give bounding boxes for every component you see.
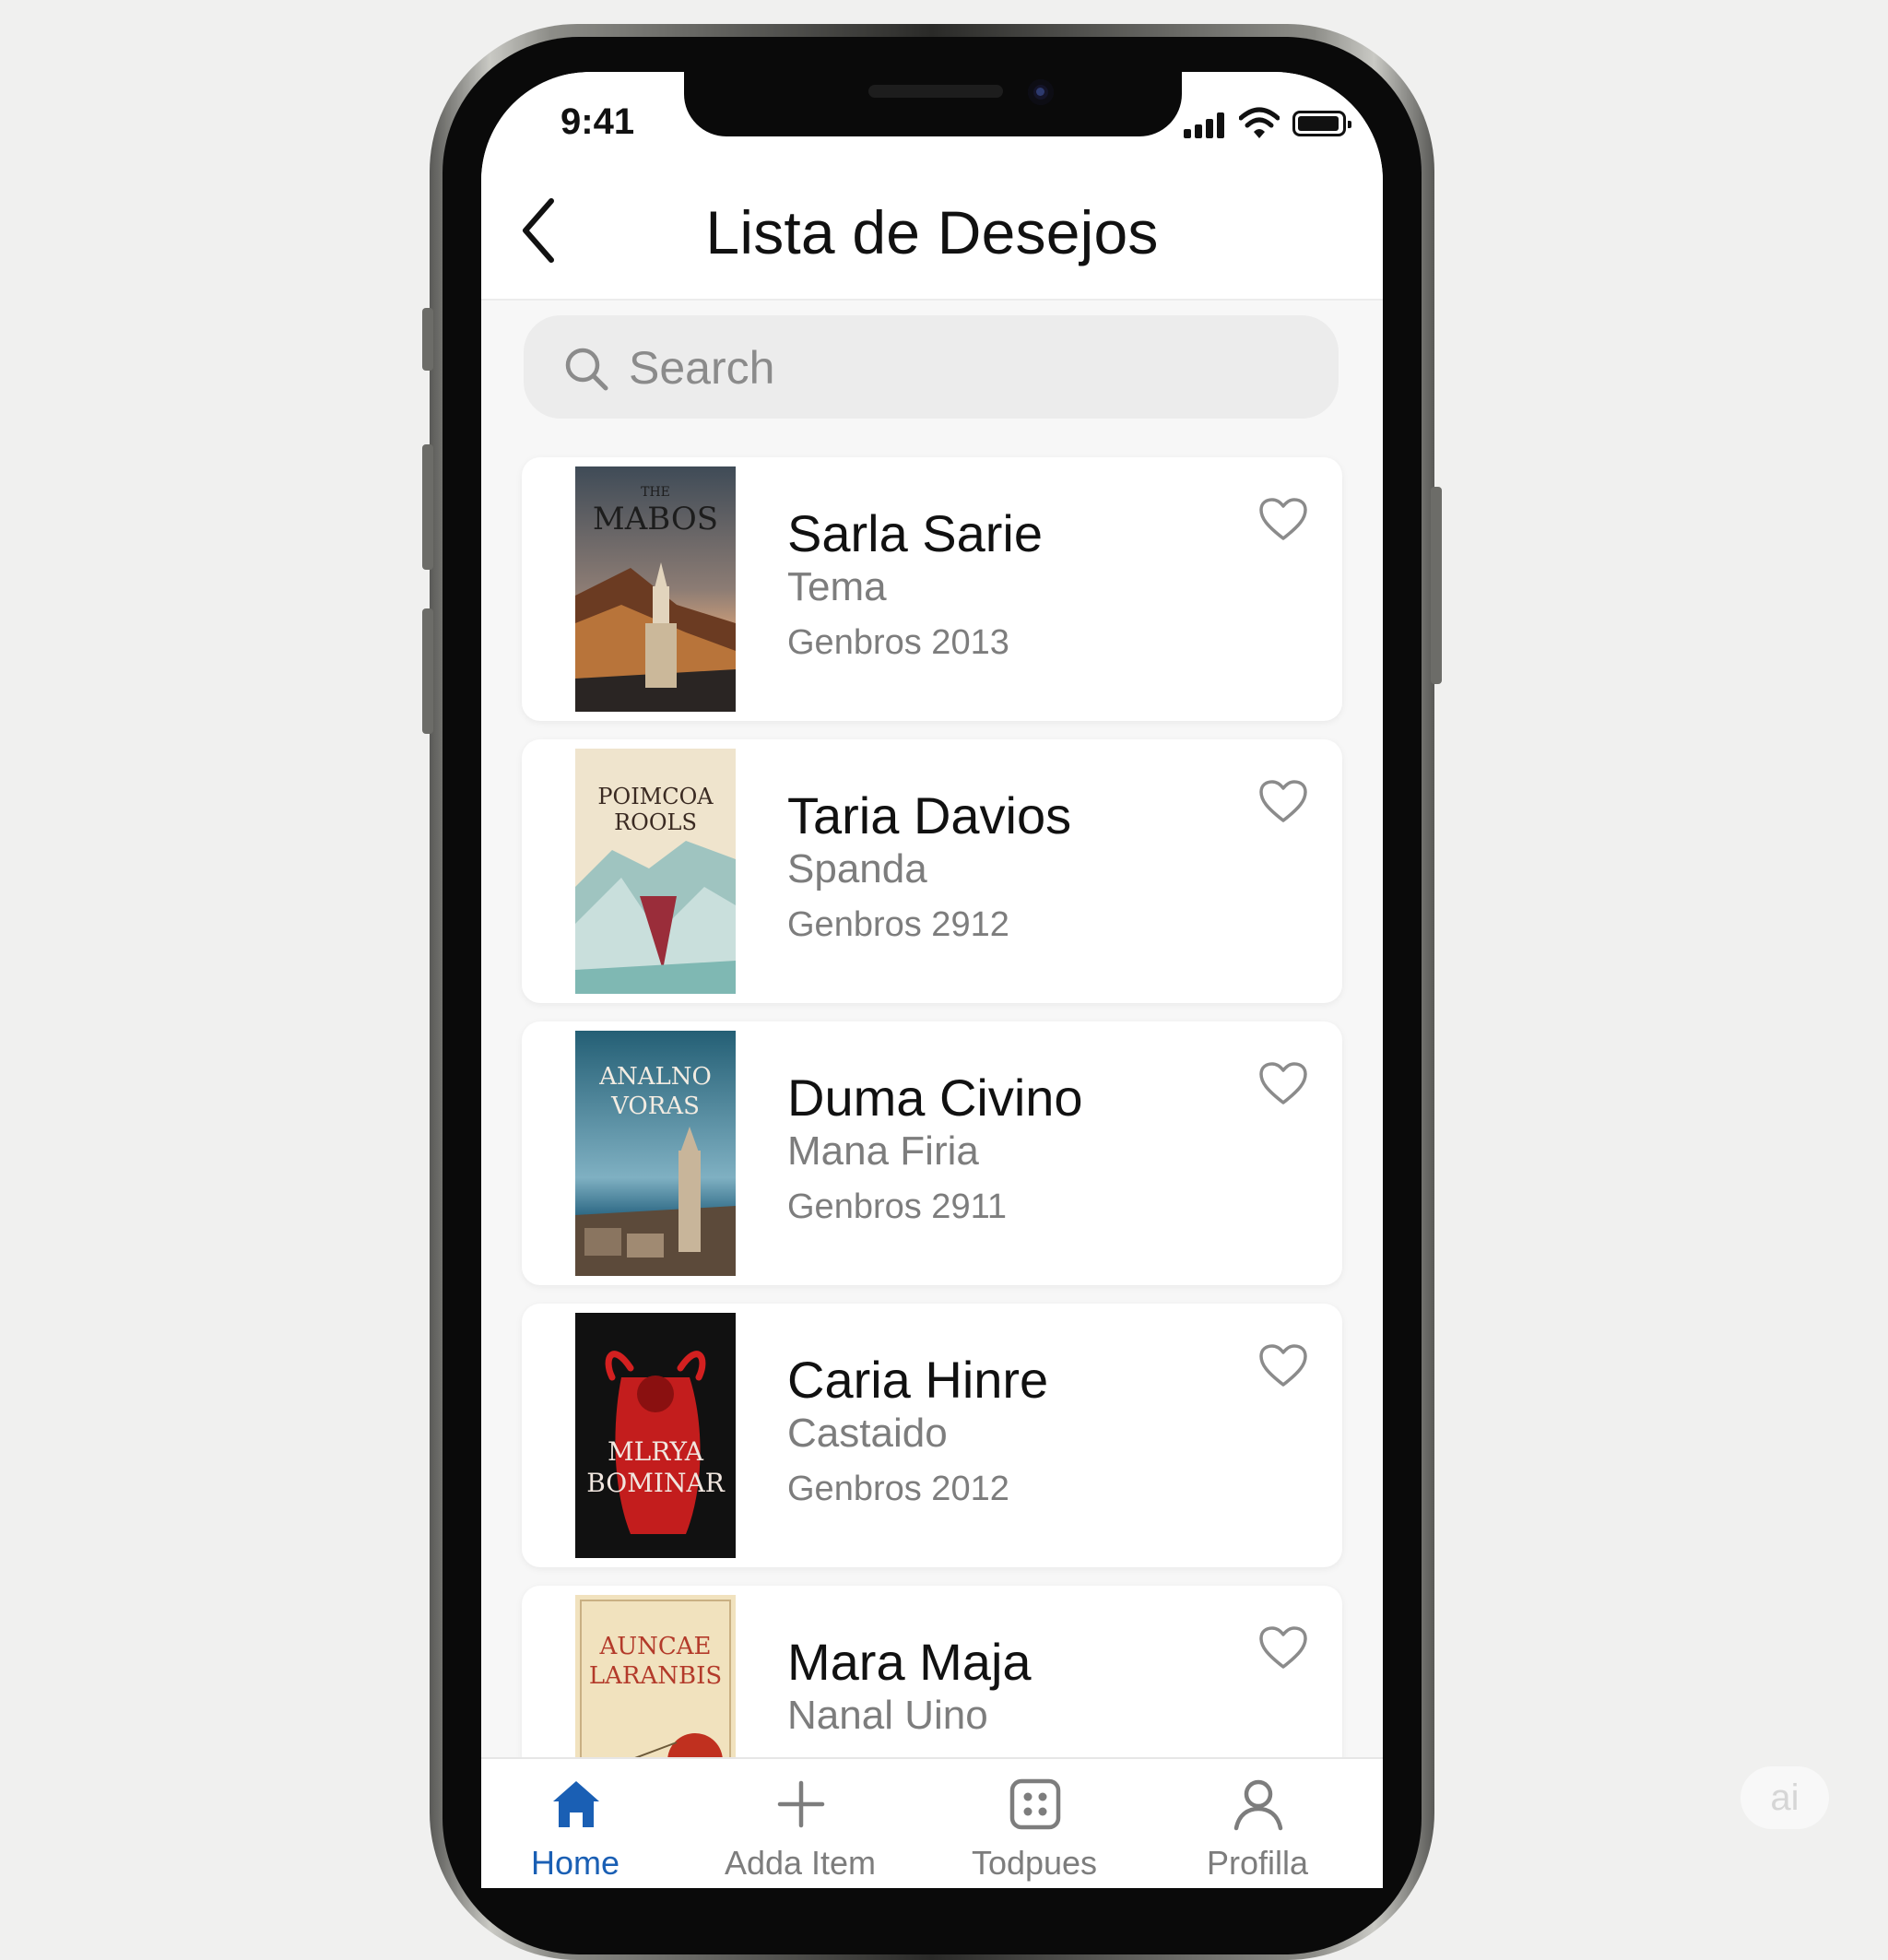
volume-down-button (422, 608, 433, 734)
book-title: Duma Civino (787, 1069, 1083, 1127)
phone-screen: 9:41 Lista de Desejos Search THE MABOS S… (481, 72, 1383, 1888)
cover-text-main: ROOLS (614, 809, 697, 835)
tab-bar: Home Adda Item Todpues Profilla (481, 1757, 1383, 1888)
notch (684, 72, 1182, 136)
book-author: Mana Firia (787, 1128, 979, 1174)
cover-text-main: LARANBIS (589, 1662, 722, 1690)
search-bar[interactable] (524, 315, 1339, 419)
watermark-badge: ai (1740, 1766, 1829, 1829)
front-camera (1028, 79, 1054, 105)
book-cover-image: THE MABOS (575, 466, 736, 712)
person-icon (1233, 1779, 1283, 1831)
book-author: Nanal Uino (787, 1693, 988, 1738)
book-meta: Genbros 2911 (787, 1187, 1008, 1226)
wifi-icon (1239, 107, 1280, 138)
cover-text-top: ANALNO (598, 1063, 712, 1091)
heart-icon (1259, 1062, 1307, 1104)
page-title: Lista de Desejos (705, 198, 1159, 266)
book-author: Castaido (787, 1411, 948, 1456)
cover-text-main: VORAS (610, 1092, 700, 1120)
search-input[interactable] (627, 339, 1313, 396)
nav-header: Lista de Desejos (481, 164, 1383, 301)
book-card[interactable]: ANALNO VORAS Duma Civino Mana Firia Genb… (522, 1021, 1342, 1285)
volume-up-button (422, 444, 433, 570)
battery-icon (1292, 111, 1351, 136)
heart-icon (1259, 498, 1307, 540)
cover-text-top: AUNCAE (598, 1633, 711, 1660)
grid-icon (1009, 1778, 1061, 1830)
cover-text-top: THE (641, 485, 670, 500)
favorite-button[interactable] (1257, 1623, 1309, 1674)
tab-label: Adda Item (724, 1844, 877, 1882)
book-author: Spanda (787, 846, 927, 891)
cover-text-top: POIMCOA (597, 784, 714, 809)
book-card[interactable]: THE MABOS Sarla Sarie Tema Genbros 2013 (522, 457, 1342, 721)
favorite-button[interactable] (1257, 1340, 1309, 1392)
tab-label: Home (530, 1844, 620, 1882)
cover-text-main: BOMINAR (586, 1468, 726, 1498)
book-meta: Genbros 2012 (787, 1470, 1009, 1508)
tab-profile[interactable]: Profilla (1165, 1759, 1350, 1888)
cellular-signal-icon (1184, 112, 1228, 138)
book-author: Tema (787, 564, 887, 609)
book-card[interactable]: MLRYA BOMINAR Caria Hinre Castaido Genbr… (522, 1304, 1342, 1567)
book-cover-image: POIMCOA ROOLS (575, 749, 736, 994)
cover-text-top: MLRYA (608, 1436, 704, 1467)
cover-text-main: MABOS (593, 501, 718, 537)
heart-icon (1259, 1344, 1307, 1387)
book-meta: Genbros 2013 (787, 623, 1009, 662)
status-time: 9:41 (560, 101, 635, 142)
favorite-button[interactable] (1257, 1058, 1309, 1110)
tab-add-item[interactable]: Adda Item (708, 1759, 892, 1888)
favorite-button[interactable] (1257, 776, 1309, 828)
heart-icon (1259, 1626, 1307, 1669)
speaker-grille (868, 85, 1003, 98)
search-icon (565, 348, 608, 391)
book-title: Mara Maja (787, 1633, 1032, 1691)
favorite-button[interactable] (1257, 494, 1309, 546)
status-bar: 9:41 (481, 72, 1383, 164)
heart-icon (1259, 780, 1307, 822)
power-button (1431, 487, 1442, 684)
home-icon (553, 1781, 599, 1827)
tab-home[interactable]: Home (483, 1759, 667, 1888)
plus-icon (777, 1780, 825, 1828)
book-cover-image: ANALNO VORAS (575, 1031, 736, 1276)
book-meta: Genbros 2912 (787, 905, 1009, 944)
book-cover-image: MLRYA BOMINAR (575, 1313, 736, 1558)
tab-todpues[interactable]: Todpues (942, 1759, 1127, 1888)
book-title: Caria Hinre (787, 1351, 1049, 1409)
silent-switch (422, 308, 433, 371)
book-card[interactable]: POIMCOA ROOLS Taria Davios Spanda Genbro… (522, 739, 1342, 1003)
tab-label: Profilla (1206, 1844, 1309, 1882)
tab-label: Todpues (971, 1844, 1098, 1882)
book-title: Sarla Sarie (787, 504, 1044, 562)
book-title: Taria Davios (787, 786, 1072, 844)
